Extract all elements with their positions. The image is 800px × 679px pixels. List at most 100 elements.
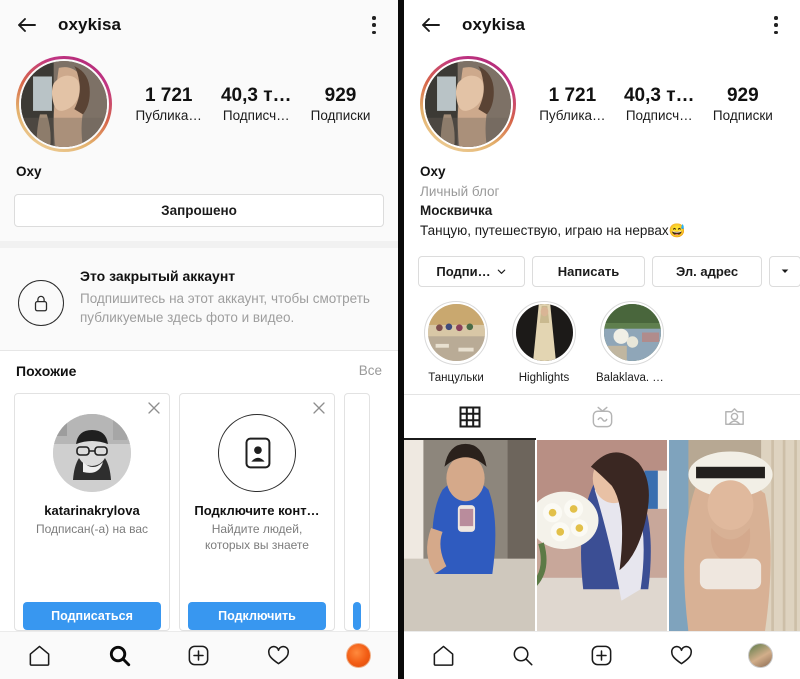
highlight-cover [427,304,485,362]
suggested-account-card[interactable]: katarinakrylova Подписан(-а) на вас Подп… [14,392,170,631]
stat-label: Подписч… [625,108,693,123]
grid-photo[interactable] [404,439,535,631]
stat-value: 40,3 т… [220,85,292,106]
grid-photo[interactable] [669,439,800,631]
tab-grid[interactable] [404,395,536,440]
stat-label: Публика… [539,108,606,123]
search-icon[interactable] [500,638,546,674]
kebab-menu-icon[interactable] [364,14,384,36]
home-icon[interactable] [421,638,467,674]
requested-button[interactable]: Запрошено [14,193,384,227]
avatar[interactable] [423,59,513,149]
tab-tagged[interactable] [668,395,800,440]
highlight-ring [512,300,576,365]
add-post-icon[interactable] [176,638,222,674]
bio-line: Танцую, путешествую, играю на нервах😅 [420,223,686,239]
profile-summary-left: 1 721 Публика… 40,3 т… Подписч… 929 Подп… [0,50,398,152]
avatar[interactable] [747,643,773,668]
stat-following[interactable]: 929 Подписки [713,85,773,123]
stat-posts[interactable]: 1 721 Публика… [136,85,202,123]
avatar[interactable] [53,413,131,492]
avatar[interactable] [19,59,109,149]
suggested-account-card-partial[interactable] [344,392,370,631]
similar-accounts-title: Похожие [16,362,77,379]
left-phone-screen: oxykisa 1 721 Публика… 40,3 т… Подписч… … [0,0,398,679]
message-button[interactable]: Написать [532,255,645,287]
profile-bio-right: Oxy Личный блог Москвичка Танцую, путеше… [404,152,800,242]
following-label: Подпи… [436,263,491,279]
arrow-left-icon[interactable] [418,12,444,38]
profile-actions-right: Подпи… Написать Эл. адрес [404,241,800,287]
stat-followers[interactable]: 40,3 т… Подписч… [624,85,695,123]
caret-down-icon [780,266,790,276]
avatar-story-ring[interactable] [420,56,516,152]
highlight-item[interactable]: Balaklava. Cr… [596,300,668,384]
page-title: oxykisa [462,15,526,34]
follow-button[interactable]: Подписаться [23,602,161,630]
tab-igtv[interactable] [536,395,668,440]
avatar[interactable] [345,643,371,668]
suggested-account-name: katarinakrylova [44,502,140,518]
contacts-icon [218,413,296,492]
stat-label: Подписки [310,108,371,123]
grid-icon [458,405,482,429]
avatar-story-ring[interactable] [16,56,112,152]
following-button[interactable]: Подпи… [418,255,525,287]
profile-stats-right: 1 721 Публика… 40,3 т… Подписч… 929 Подп… [516,85,784,123]
close-icon[interactable] [312,401,326,415]
add-post-icon[interactable] [579,638,625,674]
see-all-link[interactable]: Все [359,363,382,378]
post-grid [404,439,800,631]
connect-button[interactable]: Подключить [188,602,326,630]
right-phone-screen: oxykisa 1 721 Публика… 40,3 т… Подписч… … [404,0,800,679]
stat-followers[interactable]: 40,3 т… Подписч… [221,85,292,123]
heart-icon[interactable] [256,638,302,674]
profile-avatar-icon[interactable] [335,638,381,674]
stat-value: 929 [726,85,759,106]
profile-stats-left: 1 721 Публика… 40,3 т… Подписч… 929 Подп… [112,85,382,123]
stat-value: 929 [324,85,357,106]
section-gap [0,240,398,248]
suggested-account-subtitle: Подписан(-а) на вас [35,521,149,536]
connect-contacts-subtitle: Найдите людей, которых вы знаете [205,521,309,552]
kebab-menu-icon[interactable] [766,14,786,36]
highlight-ring [600,300,664,365]
stat-value: 40,3 т… [623,85,695,106]
account-category: Личный блог [420,183,500,199]
home-icon[interactable] [17,638,63,674]
tagged-icon [722,405,747,430]
suggested-accounts-carousel[interactable]: katarinakrylova Подписан(-а) на вас Подп… [0,388,398,631]
connect-contacts-card[interactable]: Подключите конт… Найдите людей, которых … [179,392,335,631]
profile-actions-left: Запрошено [0,182,398,241]
arrow-left-icon[interactable] [14,12,40,38]
highlight-item[interactable]: Highlights [508,300,580,384]
email-button[interactable]: Эл. адрес [652,255,762,287]
search-icon[interactable] [96,638,142,674]
profile-bio-left: Oxy [0,152,398,182]
display-name: Oxy [420,164,446,179]
highlight-label: Balaklava. Cr… [596,371,668,384]
stat-value: 1 721 [144,85,193,106]
grid-photo[interactable] [536,439,668,631]
heart-icon[interactable] [658,638,704,674]
highlight-item[interactable]: Танцульки [420,300,492,384]
stat-value: 1 721 [548,85,597,106]
stat-posts[interactable]: 1 721 Публика… [539,85,605,123]
app-header-left: oxykisa [0,0,398,50]
profile-avatar-icon[interactable] [737,638,783,674]
highlight-cover [515,304,573,362]
connect-contacts-title: Подключите конт… [194,502,320,518]
stat-following[interactable]: 929 Подписки [311,85,371,123]
dual-screenshot-comparison: oxykisa 1 721 Публика… 40,3 т… Подписч… … [0,0,800,679]
display-name: Oxy [16,164,42,179]
close-icon[interactable] [147,401,161,415]
app-header-right: oxykisa [404,0,800,50]
bio-line: Москвичка [420,203,493,219]
follow-button-partial[interactable] [353,602,361,630]
page-title: oxykisa [58,15,122,34]
more-options-button[interactable] [769,255,800,287]
highlight-ring [424,300,488,365]
profile-summary-right: 1 721 Публика… 40,3 т… Подписч… 929 Подп… [404,50,800,152]
chevron-down-icon [496,266,507,277]
bottom-nav-right [404,631,800,679]
